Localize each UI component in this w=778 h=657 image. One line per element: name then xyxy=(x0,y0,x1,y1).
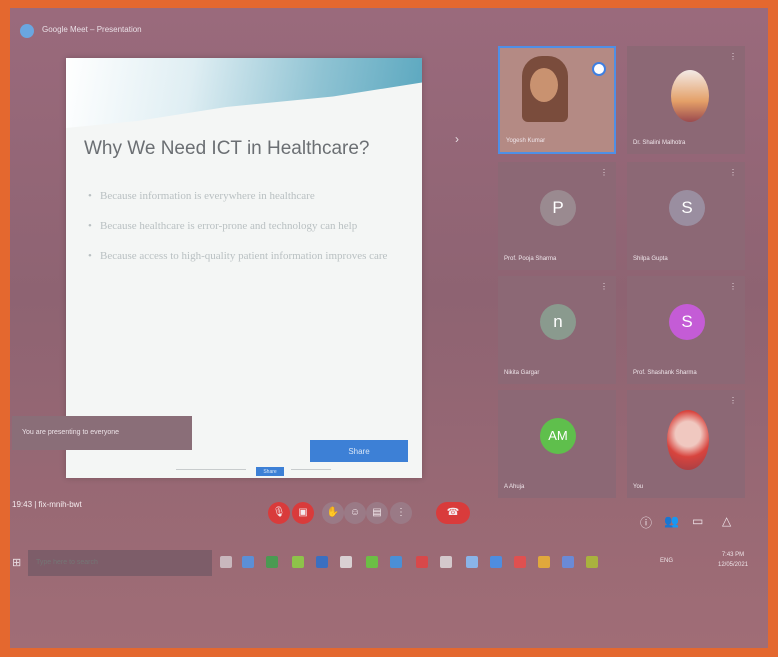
present-screen-icon[interactable]: ▤ xyxy=(366,502,388,524)
participant-name: You xyxy=(633,484,644,490)
participant-name: Yogesh Kumar xyxy=(506,138,546,144)
mic-off-icon: ⋮ xyxy=(729,52,737,61)
participant-name: Prof. Pooja Sharma xyxy=(504,256,557,262)
participant-tile[interactable]: ⋮ P Prof. Pooja Sharma xyxy=(498,162,616,270)
participant-name: Dr. Shalini Malhotra xyxy=(633,140,686,146)
participant-photo xyxy=(671,70,709,122)
windows-start-icon[interactable]: ⊞ xyxy=(12,556,21,569)
participant-tile[interactable]: ⋮ n Nikita Gargar xyxy=(498,276,616,384)
app-icon[interactable] xyxy=(366,556,378,568)
chrome-icon[interactable] xyxy=(292,556,304,568)
slide-header-wave xyxy=(66,58,422,128)
side-controls: ⓘ 👥 ▭ △ xyxy=(640,514,750,538)
leave-call-icon[interactable]: ☎ xyxy=(436,502,470,524)
call-controls: 🎙 ▣ ✋ ☺ ▤ ⋮ ☎ xyxy=(268,502,478,530)
participant-avatar: S xyxy=(669,190,705,226)
app-icon xyxy=(20,24,34,38)
mic-off-icon: ⋮ xyxy=(600,168,608,177)
mic-off-icon: ⋮ xyxy=(729,282,737,291)
participant-avatar: AM xyxy=(540,418,576,454)
app-icon[interactable] xyxy=(490,556,502,568)
slide-action-button[interactable]: Share xyxy=(310,440,408,462)
slide-bullet: Because information is everywhere in hea… xyxy=(88,188,408,204)
people-icon[interactable]: 👥 xyxy=(664,514,679,528)
app-icon[interactable] xyxy=(538,556,550,568)
taskbar-clock[interactable]: 7:43 PM 12/05/2021 xyxy=(718,550,748,570)
word-icon[interactable] xyxy=(316,556,328,568)
participant-tile[interactable]: ⋮ S Shilpa Gupta xyxy=(627,162,745,270)
slide-bullet: Because healthcare is error-prone and te… xyxy=(88,218,408,234)
mic-icon[interactable]: 🎙 xyxy=(268,502,290,524)
taskbar-time: 7:43 PM xyxy=(721,552,745,558)
participant-avatar: n xyxy=(540,304,576,340)
system-tray[interactable]: ENG xyxy=(660,558,673,564)
participant-avatar: S xyxy=(669,304,705,340)
participant-name: Nikita Gargar xyxy=(504,370,540,376)
slide-small-button[interactable]: Share xyxy=(256,467,284,476)
slide-bullet-list: Because information is everywhere in hea… xyxy=(88,188,408,278)
app-icon[interactable] xyxy=(416,556,428,568)
chat-icon[interactable]: ▭ xyxy=(692,514,703,528)
participant-tile[interactable]: Yogesh Kumar xyxy=(498,46,616,154)
app-icon[interactable] xyxy=(586,556,598,568)
pin-icon[interactable] xyxy=(592,62,606,76)
participant-tile[interactable]: ⋮ You xyxy=(627,390,745,498)
excel-icon[interactable] xyxy=(266,556,278,568)
participant-avatar: P xyxy=(540,190,576,226)
raise-hand-icon[interactable]: ✋ xyxy=(322,502,344,524)
emoji-icon[interactable]: ☺ xyxy=(344,502,366,524)
title-bar: Google Meet – Presentation xyxy=(10,8,768,48)
participant-tile[interactable]: ⋮ S Prof. Shashank Sharma xyxy=(627,276,745,384)
app-icon[interactable] xyxy=(340,556,352,568)
participant-face xyxy=(530,68,558,102)
participant-name: Shilpa Gupta xyxy=(633,256,668,262)
edge-icon[interactable] xyxy=(242,556,254,568)
task-view-icon[interactable] xyxy=(220,556,232,568)
camera-icon[interactable]: ▣ xyxy=(292,502,314,524)
taskbar: ⊞ ENG 7:43 PM 12/05/2021 xyxy=(10,540,768,584)
more-options-icon[interactable]: ⋮ xyxy=(390,502,412,524)
participant-photo xyxy=(667,410,709,470)
mic-off-icon: ⋮ xyxy=(729,396,737,405)
presentation-slide: Why We Need ICT in Healthcare? Because i… xyxy=(66,58,422,478)
slide-footer-line xyxy=(291,469,331,470)
mic-off-icon: ⋮ xyxy=(729,168,737,177)
taskbar-date: 12/05/2021 xyxy=(718,562,749,568)
presenting-banner: You are presenting to everyone xyxy=(12,416,192,450)
activities-icon[interactable]: △ xyxy=(722,514,731,528)
slide-bullet: Because access to high-quality patient i… xyxy=(88,248,408,264)
meeting-time-code: 19:43 | fix-mnih-bwt xyxy=(12,500,82,509)
app-icon[interactable] xyxy=(440,556,452,568)
app-icon[interactable] xyxy=(390,556,402,568)
slide-title: Why We Need ICT in Healthcare? xyxy=(84,138,370,159)
chevron-right-icon[interactable]: › xyxy=(455,132,459,146)
participant-name: Prof. Shashank Sharma xyxy=(633,370,697,376)
info-icon[interactable]: ⓘ xyxy=(640,514,652,531)
participant-tile[interactable]: ⋮ Dr. Shalini Malhotra xyxy=(627,46,745,154)
window-title: Google Meet – Presentation xyxy=(42,25,142,34)
participant-name: A Ahuja xyxy=(504,484,525,490)
taskbar-search-input[interactable] xyxy=(28,550,212,576)
app-icon[interactable] xyxy=(514,556,526,568)
mic-off-icon: ⋮ xyxy=(600,282,608,291)
slide-footer-line xyxy=(176,469,246,470)
app-icon[interactable] xyxy=(562,556,574,568)
participant-tile[interactable]: AM A Ahuja xyxy=(498,390,616,498)
meeting-screen: Google Meet – Presentation Why We Need I… xyxy=(10,8,768,648)
app-icon[interactable] xyxy=(466,556,478,568)
